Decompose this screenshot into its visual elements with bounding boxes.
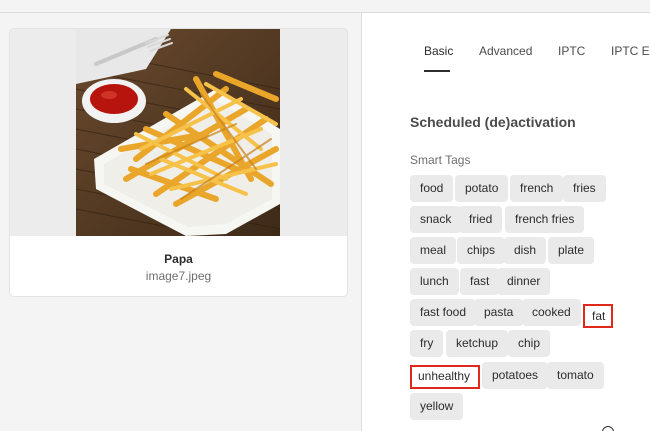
top-bar [0,0,650,13]
smart-tag[interactable]: tomato [547,362,604,389]
smart-tag[interactable]: plate [548,237,595,264]
asset-preview-pane: Papa image7.jpeg [0,13,361,431]
tab-iptc[interactable]: IPTC [558,44,585,58]
active-tab-indicator [424,70,450,72]
asset-title: Papa [164,252,193,266]
smart-tag[interactable]: french fries [505,206,585,233]
tab-advanced[interactable]: Advanced [479,44,532,58]
smart-tag[interactable]: pasta [474,299,524,326]
smart-tag[interactable]: chip [508,330,551,357]
smart-tag[interactable]: fries [563,175,606,202]
smart-tag[interactable]: meal [410,237,457,264]
tab-basic[interactable]: Basic [424,44,453,58]
smart-tag[interactable]: chips [457,237,506,264]
smart-tag[interactable]: lunch [410,268,459,295]
properties-pane: Basic Advanced IPTC IPTC Ext Scheduled (… [362,13,650,431]
smart-tags-label: Smart Tags [410,153,471,167]
asset-card[interactable]: Papa image7.jpeg [9,28,348,297]
tab-iptc-ext[interactable]: IPTC Ext [611,44,650,58]
scroll-indicator-icon [602,426,614,431]
smart-tag[interactable]: dish [504,237,547,264]
smart-tag[interactable]: snack [410,206,462,233]
smart-tag[interactable]: french [510,175,564,202]
smart-tag[interactable]: yellow [410,393,464,420]
asset-filename: image7.jpeg [145,269,212,283]
french-fries-image [76,29,280,236]
asset-thumbnail-area [10,29,347,236]
smart-tag[interactable]: fat [585,305,612,327]
smart-tag[interactable]: fast [460,268,500,295]
smart-tag[interactable]: dinner [497,268,551,295]
section-title: Scheduled (de)activation [410,114,576,130]
smart-tag[interactable]: food [410,175,454,202]
smart-tag[interactable]: potatoes [482,362,549,389]
smart-tag[interactable]: potato [455,175,509,202]
smart-tag[interactable]: fry [410,330,444,357]
smart-tag[interactable]: unhealthy [410,365,478,387]
smart-tag[interactable]: cooked [522,299,581,326]
smart-tag[interactable]: fried [459,206,503,233]
smart-tag[interactable]: ketchup [446,330,509,357]
smart-tag[interactable]: fast food [410,299,477,326]
